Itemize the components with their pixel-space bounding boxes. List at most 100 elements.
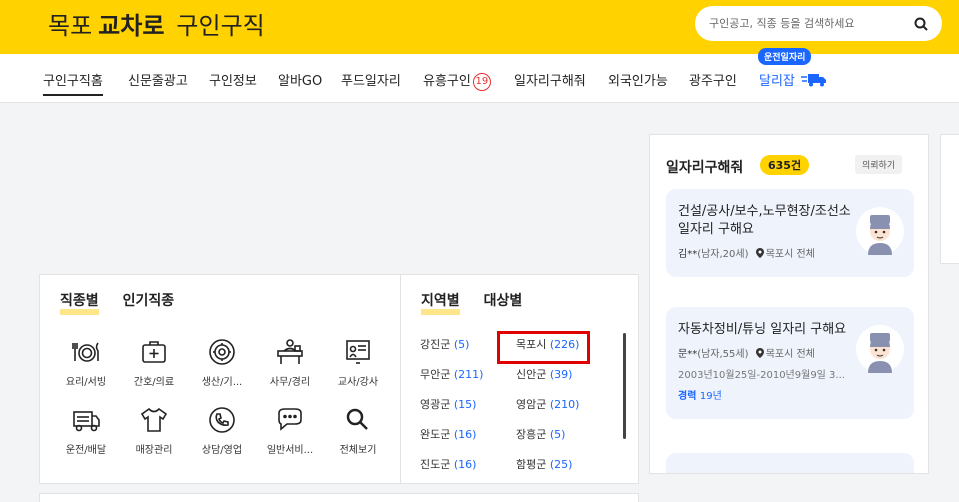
main-nav: 구인구직홈 신문줄광고 구인정보 알바GO 푸드일자리 유흥구인 19 일자리구해… bbox=[0, 54, 959, 103]
region-count: (210) bbox=[549, 398, 580, 411]
category-label: 운전/배달 bbox=[65, 445, 107, 456]
region-name: 신안군 bbox=[516, 368, 547, 381]
category-label: 교사/강사 bbox=[337, 377, 379, 388]
nav-newspaper-ads[interactable]: 신문줄광고 bbox=[128, 70, 188, 89]
logo-region: 목포 bbox=[48, 11, 93, 40]
driving-jobs-bubble: 운전일자리 bbox=[758, 48, 812, 65]
card-info: (남자,20세) bbox=[697, 249, 749, 260]
region-jindo[interactable]: 진도군 (16) bbox=[420, 457, 508, 473]
nav-foreigner[interactable]: 외국인가능 bbox=[608, 70, 668, 89]
region-sinan[interactable]: 신안군 (39) bbox=[508, 367, 618, 383]
nav-gwangju[interactable]: 광주구인 bbox=[689, 70, 737, 89]
category-cooking[interactable]: 요리/서빙 bbox=[52, 337, 120, 395]
header: 목포 교차로 구인구직 bbox=[0, 0, 959, 54]
region-gangjin[interactable]: 강진군 (5) bbox=[420, 337, 508, 353]
region-yeongam[interactable]: 영암군 (210) bbox=[508, 397, 618, 413]
category-grid: 요리/서빙 간호/의료 생산/기... 사무/경리 교사/강사 운전/배달 매장… bbox=[52, 337, 392, 463]
logo[interactable]: 목포 교차로 구인구직 bbox=[48, 6, 265, 40]
region-name: 진도군 bbox=[420, 458, 451, 471]
category-production[interactable]: 생산/기... bbox=[188, 337, 256, 395]
category-label: 전체보기 bbox=[339, 445, 377, 456]
nav-home[interactable]: 구인구직홈 bbox=[43, 70, 103, 96]
truck-icon bbox=[801, 74, 827, 87]
nav-entertainment[interactable]: 유흥구인 19 bbox=[423, 70, 491, 91]
category-teacher[interactable]: 교사/강사 bbox=[324, 337, 392, 395]
person-avatar-icon bbox=[868, 215, 892, 255]
region-count: (25) bbox=[549, 458, 573, 471]
side-panel-edge bbox=[940, 134, 959, 264]
card-location: 목포시 전체 bbox=[765, 349, 815, 360]
category-driving[interactable]: 운전/배달 bbox=[52, 405, 120, 463]
search-input[interactable] bbox=[709, 17, 914, 30]
nav-albago[interactable]: 알바GO bbox=[278, 70, 322, 89]
tab-jobtype[interactable]: 직종별 bbox=[60, 294, 99, 315]
category-sales[interactable]: 상담/영업 bbox=[188, 405, 256, 463]
tab-target[interactable]: 대상별 bbox=[484, 294, 523, 315]
nav-find-job[interactable]: 일자리구해줘 bbox=[514, 70, 586, 89]
card-info: (남자,55세) bbox=[697, 349, 749, 360]
region-count: (15) bbox=[453, 398, 477, 411]
person-avatar-icon bbox=[868, 333, 892, 373]
card-period: 2003년10월25일-2010년9월9일 3... bbox=[678, 370, 845, 381]
location-pin-icon bbox=[755, 348, 764, 358]
search-icon[interactable] bbox=[914, 17, 928, 31]
job-request-card[interactable]: 건설/공사/보수,노무현장/조선소 일자리 구해요 김**(남자,20세) 목포… bbox=[666, 189, 914, 277]
search-box bbox=[695, 6, 942, 41]
gear-icon bbox=[209, 339, 235, 365]
logo-section: 구인구직 bbox=[176, 11, 265, 40]
nav-dalijob[interactable]: 달리잡 bbox=[759, 70, 827, 89]
panel-title: 일자리구해줘 bbox=[666, 160, 744, 176]
truck-icon bbox=[73, 411, 100, 432]
category-label: 상담/영업 bbox=[201, 445, 243, 456]
nav-food-jobs[interactable]: 푸드일자리 bbox=[341, 70, 401, 89]
category-label: 일반서비... bbox=[266, 445, 314, 456]
card-location: 목포시 전체 bbox=[765, 249, 815, 260]
job-request-panel: 일자리구해줘 635건 의뢰하기 건설/공사/보수,노무현장/조선소 일자리 구… bbox=[649, 134, 929, 474]
selection-highlight bbox=[497, 331, 590, 364]
blackboard-icon bbox=[346, 340, 370, 364]
category-office[interactable]: 사무/경리 bbox=[256, 337, 324, 395]
card-name: 김** bbox=[678, 249, 698, 260]
category-view-all[interactable]: 전체보기 bbox=[324, 405, 392, 463]
job-request-card-partial[interactable] bbox=[666, 453, 914, 473]
region-wando[interactable]: 완도군 (16) bbox=[420, 427, 508, 443]
region-count: (5) bbox=[453, 338, 470, 351]
region-name: 완도군 bbox=[420, 428, 451, 441]
region-tabs: 지역별 대상별 bbox=[421, 294, 523, 315]
category-label: 매장관리 bbox=[135, 445, 173, 456]
region-hampyeong[interactable]: 함평군 (25) bbox=[508, 457, 618, 473]
category-service[interactable]: 일반서비... bbox=[256, 405, 324, 463]
category-label: 요리/서빙 bbox=[65, 377, 107, 388]
logo-brand: 교차로 bbox=[98, 11, 165, 40]
card-name: 문** bbox=[678, 349, 698, 360]
tab-popular[interactable]: 인기직종 bbox=[123, 294, 175, 315]
nav-job-info[interactable]: 구인정보 bbox=[209, 70, 257, 89]
region-name: 강진군 bbox=[420, 338, 451, 351]
job-request-card[interactable]: 자동차정비/튜닝 일자리 구해요 문**(남자,55세) 목포시 전체 2003… bbox=[666, 307, 914, 419]
card-title: 자동차정비/튜닝 일자리 구해요 bbox=[678, 322, 847, 337]
desk-icon bbox=[277, 339, 303, 364]
region-count: (211) bbox=[453, 368, 484, 381]
nav-dalijob-label: 달리잡 bbox=[759, 74, 795, 89]
bottom-panel-edge bbox=[39, 493, 639, 502]
region-count: (16) bbox=[453, 428, 477, 441]
category-nursing[interactable]: 간호/의료 bbox=[120, 337, 188, 395]
tab-region[interactable]: 지역별 bbox=[421, 294, 460, 315]
location-pin-icon bbox=[755, 248, 764, 258]
region-name: 함평군 bbox=[516, 458, 547, 471]
category-label: 간호/의료 bbox=[133, 377, 175, 388]
category-tabs: 직종별 인기직종 bbox=[60, 294, 175, 315]
category-store[interactable]: 매장관리 bbox=[120, 405, 188, 463]
region-jangheung[interactable]: 장흥군 (5) bbox=[508, 427, 618, 443]
chat-icon bbox=[278, 408, 302, 431]
medical-kit-icon bbox=[142, 341, 166, 363]
request-button[interactable]: 의뢰하기 bbox=[855, 155, 903, 174]
card-experience: 경력 19년 bbox=[678, 387, 902, 402]
region-scrollbar[interactable] bbox=[623, 333, 626, 439]
adult-badge: 19 bbox=[472, 73, 491, 91]
avatar bbox=[856, 325, 904, 373]
count-badge: 635건 bbox=[760, 155, 810, 175]
region-yeonggwang[interactable]: 영광군 (15) bbox=[420, 397, 508, 413]
region-muan[interactable]: 무안군 (211) bbox=[420, 367, 508, 383]
nav-entertainment-label: 유흥구인 bbox=[423, 74, 471, 89]
